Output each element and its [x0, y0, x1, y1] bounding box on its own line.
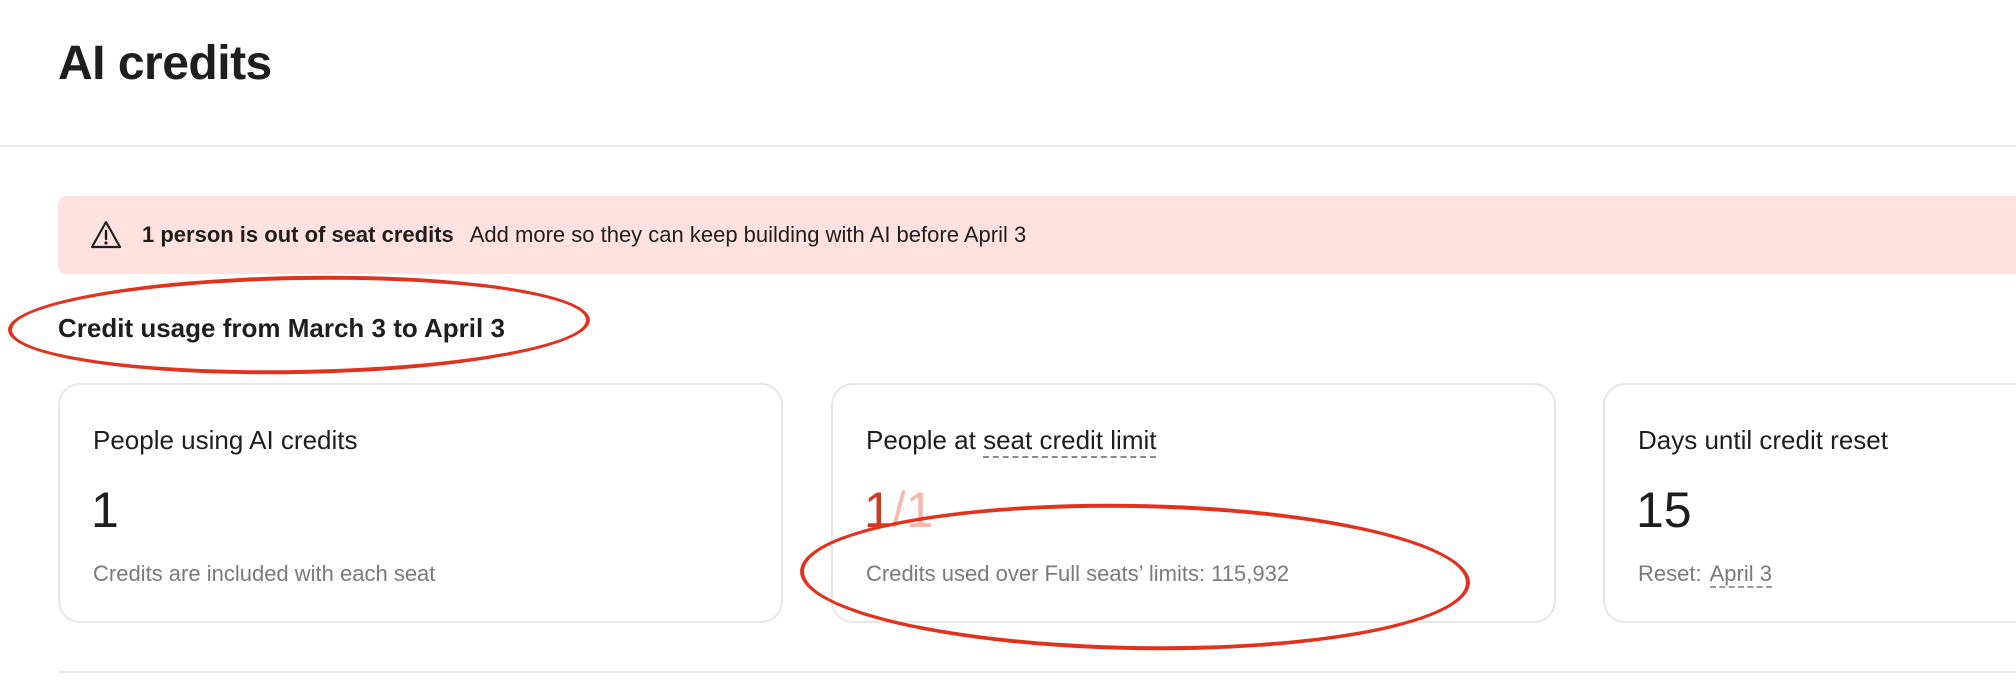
credit-usage-heading: Credit usage from March 3 to April 3 [58, 313, 505, 343]
out-of-credits-alert: 1 person is out of seat credits Add more… [58, 196, 2016, 274]
days-until-reset-card: Days until credit reset 15 Reset: April 3 [1603, 383, 2016, 623]
alert-message: Add more so they can keep building with … [469, 222, 1027, 247]
limit-total-count: 1 [905, 482, 934, 538]
card-title: People using AI credits [93, 425, 358, 455]
card-caption: Credits are included with each seat [93, 561, 436, 586]
card-title: People at seat credit limit [866, 425, 1157, 458]
card-title: Days until credit reset [1638, 425, 1888, 455]
ai-credits-page: AI credits 1 person is out of seat credi… [0, 0, 2016, 688]
header-divider [0, 145, 2016, 147]
people-using-credits-value: 1 [91, 482, 119, 538]
card-title-prefix: People at [866, 425, 984, 455]
people-using-credits-card: People using AI credits 1 Credits are in… [58, 383, 783, 623]
reset-label: Reset: [1638, 561, 1702, 586]
card-caption: Credits used over Full seats’ limits: 11… [866, 561, 1290, 586]
bottom-divider [58, 671, 2016, 673]
people-at-limit-card: People at seat credit limit 1/1 Credits … [831, 383, 1556, 623]
warning-icon [90, 219, 122, 251]
card-caption: Reset: April 3 [1638, 561, 1772, 588]
limit-used-count: 1 [864, 482, 892, 538]
alert-title: 1 person is out of seat credits [142, 222, 454, 247]
limit-separator: / [891, 482, 906, 538]
seat-credit-limit-tooltip[interactable]: seat credit limit [983, 425, 1157, 458]
reset-date-tooltip[interactable]: April 3 [1709, 561, 1772, 588]
days-until-reset-value: 15 [1636, 482, 1692, 538]
people-at-limit-value: 1/1 [864, 481, 934, 539]
page-title: AI credits [58, 37, 272, 90]
